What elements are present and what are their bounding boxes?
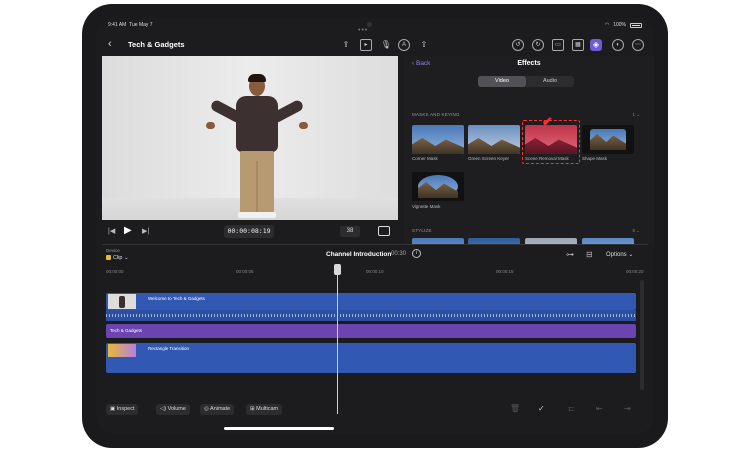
battery-icon	[630, 22, 642, 28]
timeline-header: Device Clip ⌄ Channel Introduction 00:30…	[96, 246, 654, 266]
project-title: Tech & Gadgets	[128, 40, 185, 49]
app-screen: 9:41 AM Tue May 7 ◠ 100% ••• ‹ Tech & Ga…	[96, 18, 654, 434]
timeline-scrollbar[interactable]	[640, 280, 644, 390]
effects-browser-icon[interactable]: ◈	[590, 39, 602, 51]
battery-percent: 100%	[613, 22, 626, 28]
timeline-ruler[interactable]: 00:00:00 00:00:05 00:00:10 00:00:15 00:0…	[106, 268, 644, 278]
microphone-icon[interactable]: 🎙	[380, 39, 392, 51]
color-icon[interactable]: ◐	[612, 39, 624, 51]
viewer-layout-icon[interactable]: ▭	[552, 39, 564, 51]
checkmark-icon: ✔	[542, 114, 553, 129]
volume-button[interactable]: ◁) Volume	[156, 404, 190, 415]
ruler-tick: 00:00:10	[366, 269, 384, 274]
effect-green-screen-keyer[interactable]	[468, 125, 520, 154]
audio-waveform[interactable]	[106, 310, 636, 321]
effect-vignette-mask[interactable]	[412, 172, 464, 201]
wifi-icon: ◠	[604, 22, 610, 28]
back-chevron-icon[interactable]: ‹	[108, 38, 112, 50]
video-clip-track[interactable]: Welcome to Tech & Gadgets	[106, 293, 636, 310]
effects-tab-switch: Video Audio	[478, 76, 574, 87]
ruler-tick: 00:00:05	[236, 269, 254, 274]
transition-clip-label: Rectangle Transition	[148, 346, 190, 351]
ruler-tick: 00:00:15	[496, 269, 514, 274]
playback-controls: |◀ ▶ ▶| 00:00:08:19 38	[102, 220, 398, 244]
photos-icon[interactable]: ▦	[572, 39, 584, 51]
transition-clip-track[interactable]: Rectangle Transition	[106, 343, 636, 373]
clip-thumbnail	[108, 294, 136, 309]
presenter-figure	[202, 74, 312, 220]
effect-label: Green Screen Keyer	[468, 156, 510, 161]
camera-icon[interactable]: ▸	[360, 39, 372, 51]
home-indicator[interactable]	[224, 427, 334, 430]
fullscreen-icon[interactable]	[378, 226, 390, 236]
replace-icon[interactable]: ⇥	[624, 404, 631, 413]
audio-meter-icon[interactable]: ⊶	[566, 250, 574, 259]
more-icon[interactable]: ⋯	[632, 39, 644, 51]
import-icon[interactable]: ⇪	[340, 39, 352, 51]
multicam-button[interactable]: ⊞ Multicam	[246, 404, 283, 415]
section-stylize: STYLIZE	[412, 228, 432, 233]
clip-color-swatch	[106, 255, 111, 260]
delete-icon[interactable]: 🗑	[510, 404, 520, 413]
top-toolbar: ‹ Tech & Gadgets ⇪ ▸ 🎙 A ⇧ ↺ ↻ ▭ ▦ ◈ ◐ ⋯	[96, 34, 654, 56]
playhead-line[interactable]	[337, 266, 338, 414]
ruler-tick: 00:00:20	[626, 269, 644, 274]
zoom-level[interactable]: 38	[340, 226, 360, 237]
panel-divider[interactable]	[102, 244, 648, 245]
skip-forward-icon[interactable]: ▶|	[142, 227, 149, 235]
fit-timeline-icon[interactable]: ⊟	[586, 250, 593, 259]
clip-title: Welcome to Tech & Gadgets	[148, 296, 205, 301]
status-time: 9:41 AM Tue May 7	[108, 22, 153, 28]
undo-icon[interactable]: ↺	[512, 39, 524, 51]
ipad-frame: 9:41 AM Tue May 7 ◠ 100% ••• ‹ Tech & Ga…	[82, 4, 668, 448]
status-bar: 9:41 AM Tue May 7 ◠ 100%	[96, 18, 654, 32]
info-icon[interactable]: i	[412, 249, 421, 258]
device-label: Device	[106, 248, 120, 253]
effect-label: Corner Mask	[412, 156, 438, 161]
split-icon[interactable]: ⊏	[568, 404, 575, 413]
playhead-handle[interactable]	[334, 264, 341, 275]
effect-label: Shape Mask	[582, 156, 608, 161]
ruler-tick: 00:00:00	[106, 269, 124, 274]
bottom-toolbar: ▣ Inspect ◁) Volume ◎ Animate ⊞ Multicam…	[96, 400, 654, 434]
effect-shape-mask[interactable]	[582, 125, 634, 154]
skip-back-icon[interactable]: |◀	[108, 227, 115, 235]
clip-selector[interactable]: Clip ⌄	[106, 255, 129, 261]
tab-video[interactable]: Video	[478, 76, 526, 87]
video-viewer[interactable]	[102, 56, 398, 220]
add-effect-icon[interactable]: A	[398, 39, 410, 51]
detach-icon[interactable]: ⇤	[596, 404, 603, 413]
animate-button[interactable]: ◎ Animate	[200, 404, 235, 415]
effects-title: Effects	[517, 60, 541, 67]
effect-label: Vignette Mask	[412, 204, 441, 209]
title-clip-track[interactable]: Tech & Gadgets	[106, 324, 636, 338]
tab-audio[interactable]: Audio	[526, 76, 574, 87]
options-menu[interactable]: Options ⌄	[606, 251, 633, 258]
project-name: Channel Introduction	[326, 251, 392, 258]
title-clip-label: Tech & Gadgets	[110, 328, 143, 333]
masks-count[interactable]: 1 ⌄	[632, 112, 640, 118]
section-masks-keying: MASKS AND KEYING	[412, 112, 460, 117]
inspect-button[interactable]: ▣ Inspect	[106, 404, 139, 415]
share-icon[interactable]: ⇧	[418, 39, 430, 51]
multitasking-dots-icon[interactable]: •••	[358, 27, 368, 34]
done-check-icon[interactable]: ✓	[538, 404, 545, 413]
project-duration: 00:30	[391, 251, 407, 257]
effects-panel: ‹ Back Effects Video Audio MASKS AND KEY…	[404, 56, 654, 244]
effect-label: Scene Removal Mask	[525, 156, 569, 161]
timecode-display: 00:00:08:19	[224, 225, 274, 238]
transition-thumbnail	[108, 344, 136, 357]
play-icon[interactable]: ▶	[124, 225, 132, 236]
redo-icon[interactable]: ↻	[532, 39, 544, 51]
stylize-count[interactable]: 5 ⌄	[632, 228, 640, 234]
effect-corner-mask[interactable]	[412, 125, 464, 154]
